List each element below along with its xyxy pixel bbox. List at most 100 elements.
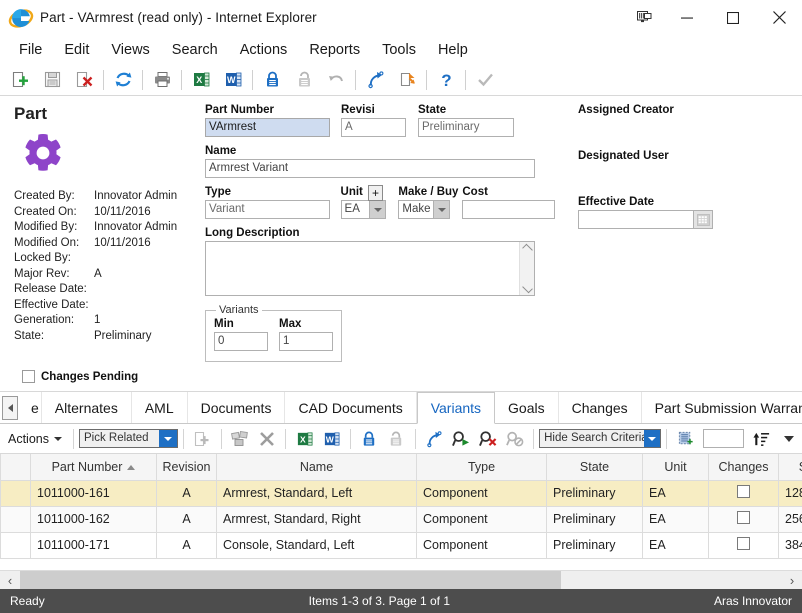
clear-search-icon[interactable] — [474, 425, 501, 453]
cell-sequence[interactable]: 384 — [778, 531, 802, 559]
cell-part-number[interactable]: 1011000-162 — [30, 505, 157, 533]
word-icon[interactable]: W — [318, 425, 345, 453]
row-selector[interactable] — [0, 505, 31, 533]
textarea-scrollbar[interactable] — [519, 242, 534, 295]
add-row-icon[interactable] — [189, 425, 216, 453]
cell-unit[interactable]: EA — [642, 531, 709, 559]
lock-icon[interactable] — [256, 65, 288, 95]
tab-bom-clipped[interactable]: e — [18, 392, 42, 423]
column-header-unit[interactable]: Unit — [642, 454, 709, 481]
column-header-rownum[interactable] — [0, 454, 31, 481]
remove-row-icon[interactable] — [253, 425, 280, 453]
cell-type[interactable]: Component — [416, 505, 547, 533]
run-search-icon[interactable] — [448, 425, 475, 453]
menu-edit[interactable]: Edit — [53, 40, 100, 60]
promote-icon[interactable] — [359, 65, 391, 95]
cell-changes[interactable] — [708, 505, 779, 533]
add-revision-button[interactable]: + — [368, 185, 383, 201]
table-row[interactable]: 1011000-171 A Console, Standard, Left Co… — [0, 531, 802, 559]
changes-checkbox[interactable] — [737, 485, 750, 498]
undo-icon[interactable] — [320, 65, 352, 95]
column-header-changes[interactable]: Changes — [708, 454, 779, 481]
table-row[interactable]: 1011000-161 A Armrest, Standard, Left Co… — [0, 479, 802, 507]
search-criteria-combo[interactable]: Hide Search Criteria — [539, 429, 662, 448]
menu-views[interactable]: Views — [100, 40, 160, 60]
tab-cad-documents[interactable]: CAD Documents — [285, 392, 417, 423]
cell-name[interactable]: Armrest, Standard, Left — [216, 479, 417, 507]
cell-sequence[interactable]: 256 — [778, 505, 802, 533]
changes-checkbox[interactable] — [737, 537, 750, 550]
cell-name[interactable]: Console, Standard, Left — [216, 531, 417, 559]
variants-min-input[interactable]: 0 — [214, 332, 268, 351]
cell-part-number[interactable]: 1011000-171 — [30, 531, 157, 559]
menu-help[interactable]: Help — [427, 40, 479, 60]
menu-reports[interactable]: Reports — [298, 40, 371, 60]
cell-changes[interactable] — [708, 479, 779, 507]
cell-state[interactable]: Preliminary — [546, 505, 643, 533]
cell-revision[interactable]: A — [156, 479, 217, 507]
variants-max-input[interactable]: 1 — [279, 332, 333, 351]
chevron-down-icon[interactable] — [433, 201, 450, 218]
part-number-input[interactable]: VArmrest — [205, 118, 330, 137]
cell-name[interactable]: Armrest, Standard, Right — [216, 505, 417, 533]
long-description-text[interactable] — [206, 242, 519, 295]
delete-icon[interactable] — [68, 65, 100, 95]
save-icon[interactable] — [36, 65, 68, 95]
column-header-revision[interactable]: Revision — [156, 454, 217, 481]
state-input[interactable]: Preliminary — [418, 118, 514, 137]
excel-icon[interactable]: X — [291, 425, 318, 453]
cell-unit[interactable]: EA — [642, 505, 709, 533]
column-header-sequence[interactable]: Se — [778, 454, 802, 481]
pick-related-combo[interactable]: Pick Related — [79, 429, 178, 448]
tab-alternates[interactable]: Alternates — [42, 392, 132, 423]
tab-scroll-left-button[interactable] — [2, 396, 18, 420]
type-input[interactable]: Variant — [205, 200, 330, 219]
version-icon[interactable] — [391, 65, 423, 95]
table-row[interactable]: 1011000-162 A Armrest, Standard, Right C… — [0, 505, 802, 533]
menu-file[interactable]: File — [8, 40, 53, 60]
select-page-icon[interactable] — [672, 425, 699, 453]
print-icon[interactable] — [146, 65, 178, 95]
long-description-textarea[interactable] — [205, 241, 535, 296]
scrollbar-thumb[interactable] — [20, 571, 562, 589]
check-icon[interactable] — [469, 65, 501, 95]
tab-variants[interactable]: Variants — [416, 392, 496, 424]
chevron-down-icon[interactable] — [158, 430, 177, 447]
changes-checkbox[interactable] — [737, 511, 750, 524]
scrollbar-track[interactable] — [20, 571, 782, 589]
cell-changes[interactable] — [708, 531, 779, 559]
unit-combo[interactable]: EA — [340, 200, 387, 219]
cell-part-number[interactable]: 1011000-161 — [30, 479, 157, 507]
scroll-right-button[interactable]: › — [782, 571, 802, 589]
more-options-icon[interactable] — [775, 425, 802, 453]
column-header-state[interactable]: State — [546, 454, 643, 481]
revision-input[interactable]: A — [341, 118, 406, 137]
cell-revision[interactable]: A — [156, 505, 217, 533]
make-buy-combo[interactable]: Make — [398, 200, 451, 219]
refresh-icon[interactable] — [107, 65, 139, 95]
chevron-up-icon[interactable] — [521, 243, 533, 255]
tab-goals[interactable]: Goals — [495, 392, 559, 423]
tab-aml[interactable]: AML — [132, 392, 188, 423]
tab-documents[interactable]: Documents — [188, 392, 286, 423]
column-header-type[interactable]: Type — [416, 454, 547, 481]
column-header-name[interactable]: Name — [216, 454, 417, 481]
minimize-button[interactable] — [664, 0, 710, 36]
cost-input[interactable] — [462, 200, 555, 219]
unlock-icon[interactable] — [288, 65, 320, 95]
tab-part-submission-warrant[interactable]: Part Submission Warran — [642, 392, 802, 423]
grid-horizontal-scrollbar[interactable]: ‹ › — [0, 570, 802, 589]
cell-revision[interactable]: A — [156, 531, 217, 559]
scroll-left-button[interactable]: ‹ — [0, 571, 20, 589]
chevron-down-icon[interactable] — [521, 282, 533, 294]
unlock-icon[interactable] — [383, 425, 410, 453]
help-icon[interactable]: ? — [430, 65, 462, 95]
cell-unit[interactable]: EA — [642, 479, 709, 507]
cell-type[interactable]: Component — [416, 531, 547, 559]
close-button[interactable] — [756, 0, 802, 36]
lock-icon[interactable] — [356, 425, 383, 453]
promote-icon[interactable] — [421, 425, 448, 453]
display-panel-icon[interactable] — [624, 0, 664, 36]
changes-pending-checkbox[interactable] — [22, 370, 35, 383]
chevron-down-icon[interactable] — [643, 430, 661, 447]
